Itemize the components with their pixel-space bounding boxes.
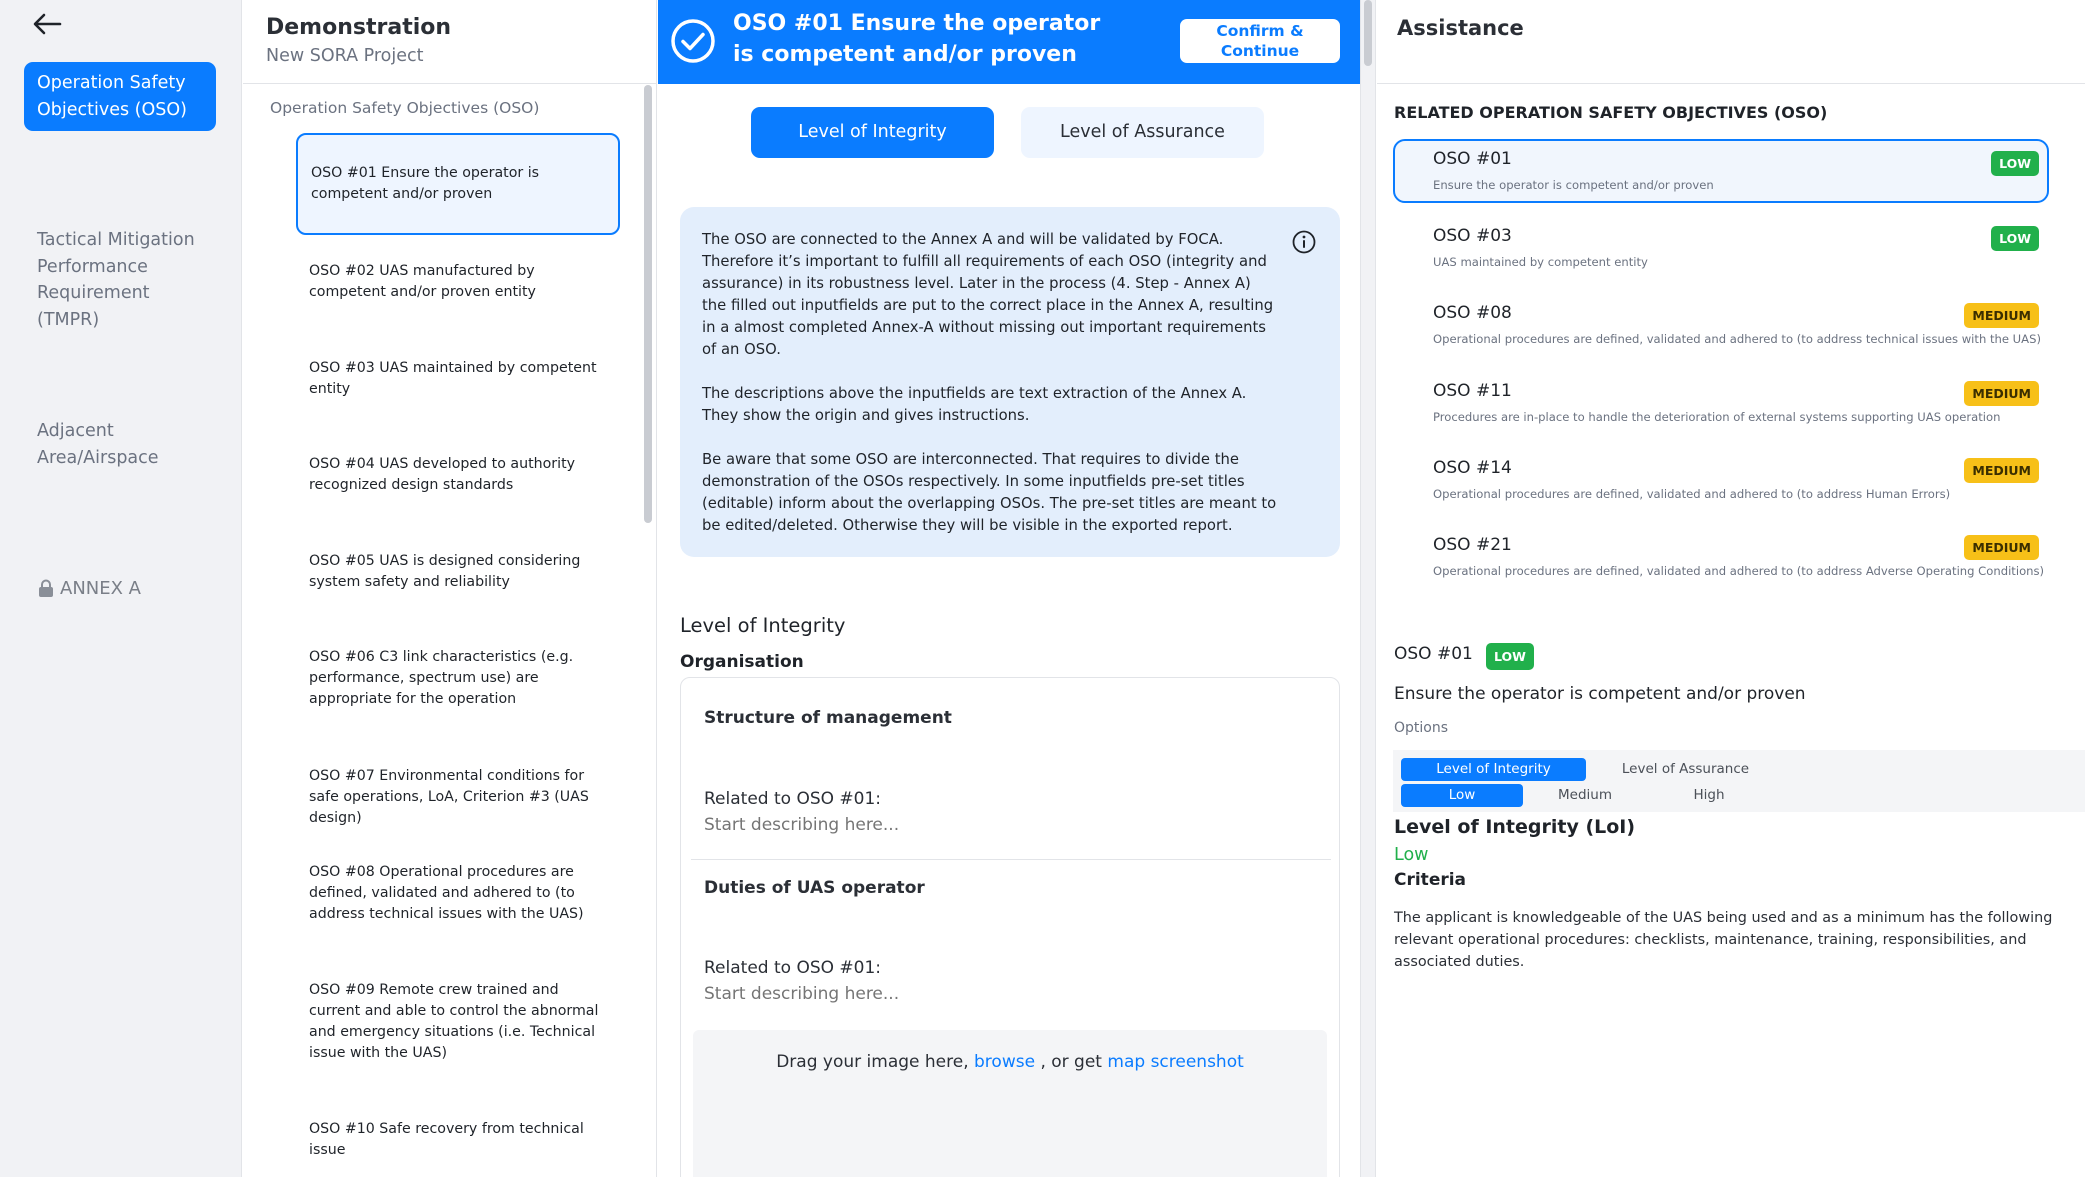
banner-title: OSO #01 Ensure the operator is competent… — [733, 11, 1101, 67]
oso-list-item[interactable]: OSO #01 Ensure the operator is competent… — [296, 133, 620, 235]
related-oso-desc: Operational procedures are defined, vali… — [1433, 332, 2041, 346]
check-circle-icon — [671, 19, 715, 63]
assistance-title: Assistance — [1397, 16, 1524, 40]
oso-list-item[interactable]: OSO #08 Operational procedures are defin… — [296, 862, 614, 925]
divider — [691, 859, 1331, 860]
dropzone-text: Drag your image here, — [776, 1052, 969, 1072]
related-oso-desc: Operational procedures are defined, vali… — [1433, 564, 2045, 578]
browse-link[interactable]: browse — [974, 1052, 1035, 1072]
related-oso-name: OSO #14 — [1433, 458, 1512, 478]
map-screenshot-link[interactable]: map screenshot — [1107, 1052, 1243, 1072]
related-oso-item[interactable]: OSO #03 UAS maintained by competent enti… — [1393, 216, 2049, 280]
oso-list-panel: Demonstration New SORA Project Operation… — [243, 0, 657, 1177]
options-panel: Level of Integrity Level of Assurance Lo… — [1393, 750, 2085, 812]
oso-section-label: Operation Safety Objectives (OSO) — [270, 99, 540, 117]
related-oso-desc: UAS maintained by competent entity — [1433, 255, 1648, 269]
nav-item-tmpr[interactable]: Tactical Mitigation Performance Requirem… — [24, 219, 216, 341]
level-badge: MEDIUM — [1964, 381, 2039, 406]
info-paragraph: The OSO are connected to the Annex A and… — [702, 231, 1274, 358]
option-level-medium[interactable]: Medium — [1524, 784, 1646, 807]
field-title: Structure of management — [704, 708, 952, 728]
list-scrollbar[interactable] — [644, 85, 652, 523]
structure-of-management-input[interactable] — [704, 815, 1304, 835]
detail-oso-name: OSO #01 — [1394, 644, 1473, 664]
detail-oso-title: Ensure the operator is competent and/or … — [1394, 684, 1806, 704]
annex-a-label: ANNEX A — [60, 578, 141, 599]
nav-item-adjacent-area[interactable]: Adjacent Area/Airspace — [24, 410, 216, 479]
info-paragraph: Be aware that some OSO are interconnecte… — [702, 451, 1277, 534]
project-title: Demonstration — [266, 15, 452, 40]
related-oso-name: OSO #11 — [1433, 381, 1512, 401]
related-oso-item[interactable]: OSO #14 Operational procedures are defin… — [1393, 448, 2049, 512]
related-oso-item[interactable]: OSO #11 Procedures are in-place to handl… — [1393, 371, 2049, 435]
level-badge: LOW — [1991, 226, 2039, 251]
related-oso-item[interactable]: OSO #08 Operational procedures are defin… — [1393, 293, 2049, 357]
option-tab-assurance[interactable]: Level of Assurance — [1593, 758, 1778, 781]
assistance-panel: Assistance RELATED OPERATION SAFETY OBJE… — [1377, 0, 2085, 1177]
main-scrollbar-track — [1360, 0, 1376, 1177]
related-oso-heading: RELATED OPERATION SAFETY OBJECTIVES (OSO… — [1394, 103, 1828, 122]
project-header: Demonstration New SORA Project — [266, 15, 451, 66]
back-arrow-icon[interactable] — [30, 10, 64, 38]
level-value: Low — [1394, 845, 1429, 865]
oso-list-item[interactable]: OSO #09 Remote crew trained and current … — [296, 980, 614, 1064]
level-heading: Level of Integrity (LoI) — [1394, 816, 1636, 838]
criteria-text: The applicant is knowledgeable of the UA… — [1394, 910, 2053, 970]
project-subtitle: New SORA Project — [266, 46, 424, 66]
level-badge: MEDIUM — [1964, 303, 2039, 328]
main-content: OSO #01 Ensure the operator is competent… — [658, 0, 1360, 1177]
detail-level-badge: LOW — [1486, 643, 1534, 670]
level-badge: MEDIUM — [1964, 458, 2039, 483]
oso-list-item[interactable]: OSO #03 UAS maintained by competent enti… — [296, 358, 614, 400]
info-icon[interactable] — [1291, 229, 1317, 255]
oso-list-item[interactable]: OSO #02 UAS manufactured by competent an… — [296, 261, 614, 303]
options-label: Options — [1394, 720, 1449, 736]
level-badge: LOW — [1991, 151, 2039, 176]
option-level-low[interactable]: Low — [1401, 784, 1523, 807]
tab-level-of-assurance[interactable]: Level of Assurance — [1021, 107, 1264, 158]
oso-banner: OSO #01 Ensure the operator is competent… — [658, 0, 1360, 84]
info-box: The OSO are connected to the Annex A and… — [680, 207, 1340, 557]
related-oso-name: OSO #01 — [1433, 149, 1512, 169]
confirm-continue-button[interactable]: Confirm & Continue — [1180, 19, 1340, 63]
nav-item-oso[interactable]: Operation Safety Objectives (OSO) — [24, 62, 216, 131]
related-oso-item[interactable]: OSO #01 Ensure the operator is competent… — [1393, 139, 2049, 203]
divider — [1377, 83, 2085, 84]
oso-list-item[interactable]: OSO #05 UAS is designed considering syst… — [296, 551, 614, 593]
main-scrollbar[interactable] — [1364, 0, 1372, 66]
related-oso-name: OSO #08 — [1433, 303, 1512, 323]
sub-heading: Organisation — [680, 652, 804, 672]
field-title: Duties of UAS operator — [704, 878, 925, 898]
oso-list-item[interactable]: OSO #07 Environmental conditions for saf… — [296, 766, 614, 829]
related-oso-desc: Operational procedures are defined, vali… — [1433, 487, 1951, 501]
oso-list-item[interactable]: OSO #10 Safe recovery from technical iss… — [296, 1119, 614, 1161]
main-nav: Operation Safety Objectives (OSO) Tactic… — [0, 0, 242, 1177]
organisation-form: Structure of management Related to OSO #… — [680, 677, 1340, 1177]
oso-list-item[interactable]: OSO #04 UAS developed to authority recog… — [296, 454, 614, 496]
field-related-label: Related to OSO #01: — [704, 789, 881, 809]
duties-of-uas-operator-input[interactable] — [704, 984, 1304, 1004]
nav-item-annex-a[interactable]: ANNEX A — [38, 578, 141, 599]
related-oso-item[interactable]: OSO #21 Operational procedures are defin… — [1393, 525, 2049, 589]
related-oso-desc: Procedures are in-place to handle the de… — [1433, 410, 2001, 424]
level-badge: MEDIUM — [1964, 535, 2039, 560]
dropzone-or: , or get — [1040, 1052, 1102, 1072]
field-related-label: Related to OSO #01: — [704, 958, 881, 978]
related-oso-desc: Ensure the operator is competent and/or … — [1433, 178, 1714, 192]
divider — [243, 83, 656, 84]
related-oso-name: OSO #21 — [1433, 535, 1512, 555]
option-level-high[interactable]: High — [1648, 784, 1770, 807]
lock-icon — [39, 579, 53, 597]
oso-list-item[interactable]: OSO #06 C3 link characteristics (e.g. pe… — [296, 647, 614, 710]
related-oso-name: OSO #03 — [1433, 226, 1512, 246]
tab-level-of-integrity[interactable]: Level of Integrity — [751, 107, 994, 158]
info-paragraph: The descriptions above the inputfields a… — [702, 385, 1247, 424]
section-heading: Level of Integrity — [680, 614, 846, 637]
option-tab-integrity[interactable]: Level of Integrity — [1401, 758, 1586, 781]
criteria-heading: Criteria — [1394, 870, 1467, 890]
image-dropzone[interactable]: Drag your image here, browse , or get ma… — [693, 1030, 1327, 1177]
